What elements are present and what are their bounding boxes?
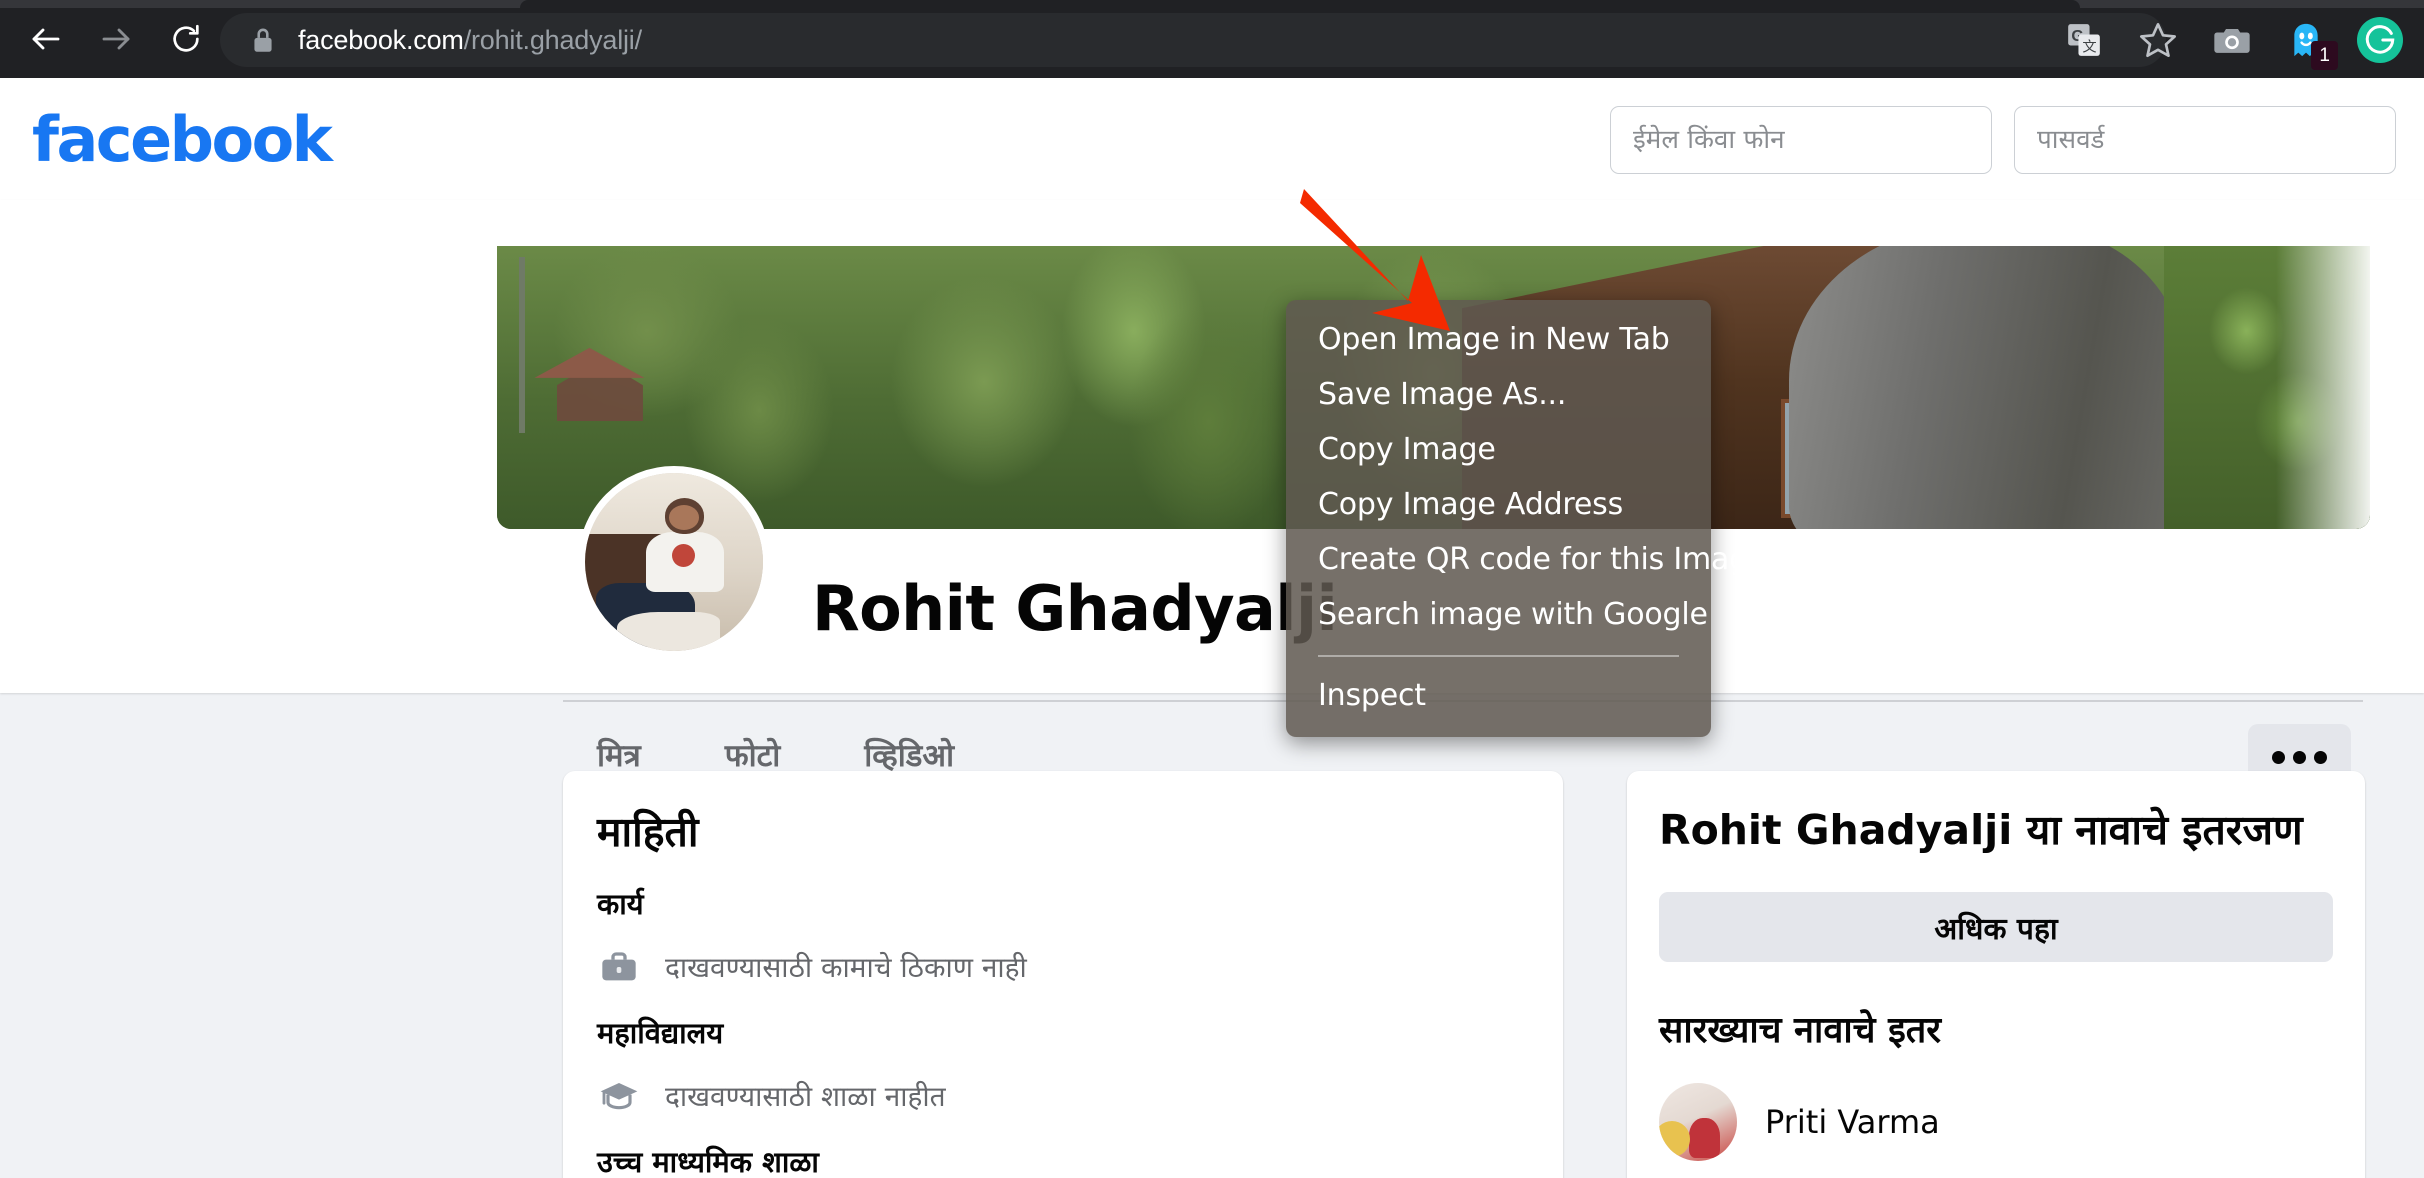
context-menu-item-copy-image[interactable]: Copy Image xyxy=(1286,422,1711,477)
info-row-work: दाखवण्यासाठी कामाचे ठिकाण नाही xyxy=(597,947,1529,987)
avatar xyxy=(1659,1083,1737,1162)
tab-friends[interactable]: मित्र xyxy=(585,728,653,782)
info-row-college-text: दाखवण्यासाठी शाळा नाहीत xyxy=(665,1080,946,1114)
active-tab[interactable] xyxy=(520,0,2080,8)
forward-button[interactable] xyxy=(88,11,144,67)
profile-avatar[interactable] xyxy=(578,466,770,658)
person-name: Priti Varma xyxy=(1765,1103,1940,1142)
see-more-button[interactable]: अधिक पहा xyxy=(1659,892,2333,963)
profile-header-panel: Rohit Ghadyalji मित्र फोटो व्हिडिओ xyxy=(0,200,2424,790)
grammarly-icon[interactable] xyxy=(2354,14,2406,66)
graduation-cap-icon xyxy=(600,1083,638,1110)
briefcase-icon xyxy=(602,952,636,981)
url-path: /rohit.ghadyalji/ xyxy=(463,24,642,55)
back-arrow-icon xyxy=(32,28,60,50)
info-card-title: माहिती xyxy=(597,808,699,856)
list-item[interactable]: Priti Varma xyxy=(1659,1083,2333,1162)
profile-tabs: मित्र फोटो व्हिडिओ xyxy=(585,728,966,782)
tab-photos[interactable]: फोटो xyxy=(713,728,793,782)
other-people-card: Rohit Ghadyalji या नावाचे इतरजण अधिक पहा… xyxy=(1627,771,2365,1178)
cover-pole xyxy=(519,257,526,433)
info-section-heading-highschool: उच्च माध्यमिक शाळा xyxy=(597,1145,819,1178)
info-section-heading-college: महाविद्यालय xyxy=(597,1016,724,1051)
context-menu-item-save-image-as[interactable]: Save Image As... xyxy=(1286,367,1711,422)
ellipsis-icon xyxy=(2272,750,2285,764)
screenshot-camera-icon[interactable] xyxy=(2206,14,2258,66)
navigation-buttons xyxy=(18,11,214,67)
other-people-card-title: Rohit Ghadyalji या नावाचे इतरजण xyxy=(1659,806,2303,854)
lock-icon xyxy=(250,25,276,55)
info-card: माहिती कार्य दाखवण्यासाठी कामाचे ठिकाण न… xyxy=(563,771,1563,1178)
info-section-heading-work: कार्य xyxy=(597,887,644,922)
url-text: facebook.com/rohit.ghadyalji/ xyxy=(298,25,642,56)
context-menu-item-open-image-new-tab[interactable]: Open Image in New Tab xyxy=(1286,312,1711,367)
translate-icon[interactable]: G 文 xyxy=(2058,14,2110,66)
ghost-extension-icon[interactable]: 1 xyxy=(2280,14,2338,70)
context-menu-item-copy-image-address[interactable]: Copy Image Address xyxy=(1286,477,1711,532)
facebook-top-bar: facebook xyxy=(0,78,2424,200)
forward-arrow-icon xyxy=(102,28,130,50)
url-domain: facebook.com xyxy=(298,24,464,55)
context-menu-item-inspect[interactable]: Inspect xyxy=(1286,668,1711,723)
similar-names-heading: सारख्याच नावाचे इतर xyxy=(1659,1010,1941,1052)
bookmark-star-icon[interactable] xyxy=(2132,14,2184,66)
context-menu-item-create-qr-code[interactable]: Create QR code for this Image xyxy=(1286,532,1767,587)
cover-person xyxy=(1789,246,2183,529)
info-row-work-text: दाखवण्यासाठी कामाचे ठिकाण नाही xyxy=(665,951,1027,985)
svg-text:文: 文 xyxy=(2082,39,2096,56)
login-form xyxy=(1610,106,2396,174)
password-input[interactable] xyxy=(2014,106,2396,174)
page-title: Rohit Ghadyalji xyxy=(812,572,1338,645)
image-context-menu[interactable]: Open Image in New Tab Save Image As... C… xyxy=(1286,300,1767,737)
reload-icon xyxy=(173,24,199,52)
address-bar[interactable]: facebook.com/rohit.ghadyalji/ xyxy=(220,13,2166,67)
back-button[interactable] xyxy=(18,11,74,67)
context-menu-separator xyxy=(1318,655,1679,657)
info-row-college: दाखवण्यासाठी शाळा नाहीत xyxy=(597,1076,1529,1116)
tab-videos[interactable]: व्हिडिओ xyxy=(852,728,966,782)
context-menu-item-search-image-google[interactable]: Search image with Google xyxy=(1286,587,1711,642)
extension-badge-count: 1 xyxy=(2311,41,2338,70)
web-page: facebook Ro xyxy=(0,78,2424,1178)
reload-button[interactable] xyxy=(158,11,214,67)
browser-chrome: facebook.com/rohit.ghadyalji/ G 文 1 xyxy=(0,0,2424,78)
browser-actions: G 文 1 xyxy=(2058,13,2406,70)
email-or-phone-input[interactable] xyxy=(1610,106,1992,174)
facebook-logo[interactable]: facebook xyxy=(32,103,333,176)
cover-edge-fade xyxy=(2276,246,2370,529)
